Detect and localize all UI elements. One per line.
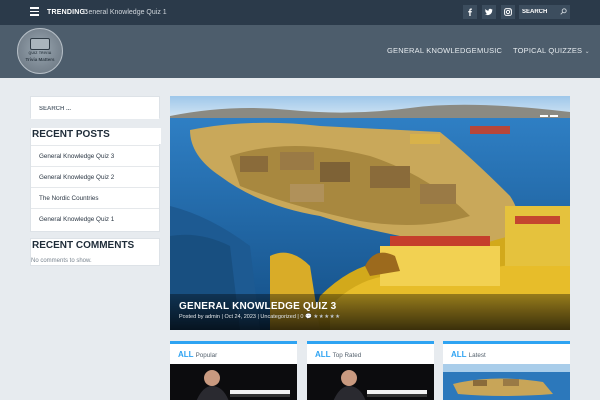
recent-posts-list: General Knowledge Quiz 3 General Knowled…: [31, 145, 159, 229]
tab-thumbnail[interactable]: [170, 364, 297, 400]
tab-accent-bar: [443, 341, 570, 344]
tab-all-label: ALL: [178, 350, 194, 359]
sidebar-search-input[interactable]: [31, 99, 159, 119]
chevron-down-icon: ⌄: [584, 49, 590, 55]
trending-link[interactable]: General Knowledge Quiz 1: [83, 9, 167, 16]
sidebar-search: [30, 96, 160, 119]
comment-icon: 💬: [304, 314, 312, 320]
recent-posts-widget: RECENT POSTS General Knowledge Quiz 3 Ge…: [30, 128, 161, 232]
nav-music[interactable]: MUSIC: [477, 46, 502, 55]
nav-topical-quizzes[interactable]: TOPICAL QUIZZES ⌄: [513, 46, 590, 55]
site-header: [0, 25, 600, 78]
tab-accent-bar: [307, 341, 434, 344]
tab-all-label: ALL: [315, 350, 331, 359]
tab-thumbnail[interactable]: [443, 364, 570, 400]
recent-post-link[interactable]: The Nordic Countries: [31, 187, 159, 208]
nav-general-knowledge[interactable]: GENERAL KNOWLEDGE: [387, 46, 477, 55]
tab-popular[interactable]: ALL Popular: [170, 341, 297, 400]
logo-emblem: [30, 38, 50, 50]
top-search-input[interactable]: [522, 6, 560, 18]
tab-header: ALL Popular: [178, 350, 217, 359]
site-logo[interactable]: QUIZ TRIVIA Trivia Matters: [17, 28, 63, 74]
slider-controls[interactable]: [540, 104, 560, 117]
facebook-icon[interactable]: [463, 5, 477, 19]
recent-post-link[interactable]: General Knowledge Quiz 3: [31, 145, 159, 166]
top-bar: TRENDING: General Knowledge Quiz 1: [0, 0, 600, 25]
tab-header: ALL Latest: [451, 350, 486, 359]
recent-posts-title: RECENT POSTS: [31, 128, 161, 144]
recent-comments-empty: No comments to show.: [31, 258, 92, 264]
tab-all-label: ALL: [451, 350, 467, 359]
featured-title[interactable]: GENERAL KNOWLEDGE QUIZ 3: [179, 301, 336, 312]
featured-meta-text: Posted by admin | Oct 24, 2023 | Uncateg…: [179, 314, 304, 320]
rating-stars: ★★★★★: [313, 314, 341, 320]
tab-top-rated[interactable]: ALL Top Rated: [307, 341, 434, 400]
nav-topical-quizzes-label: TOPICAL QUIZZES: [513, 46, 583, 55]
featured-meta: Posted by admin | Oct 24, 2023 | Uncateg…: [179, 314, 341, 320]
tab-accent-bar: [170, 341, 297, 344]
recent-post-link[interactable]: General Knowledge Quiz 2: [31, 166, 159, 187]
tab-header: ALL Top Rated: [315, 350, 361, 359]
search-icon[interactable]: [560, 8, 567, 15]
top-search-box: [519, 5, 570, 19]
tab-label: Top Rated: [332, 352, 362, 359]
tab-label: Latest: [468, 352, 486, 359]
menu-icon[interactable]: [30, 7, 39, 16]
twitter-icon[interactable]: [482, 5, 496, 19]
instagram-icon[interactable]: [501, 5, 515, 19]
recent-comments-widget: RECENT COMMENTS No comments to show.: [30, 238, 160, 266]
logo-subtitle: QUIZ TRIVIA: [28, 51, 52, 55]
tab-thumbnail[interactable]: [307, 364, 434, 400]
featured-caption-overlay: [170, 294, 570, 330]
featured-post[interactable]: GENERAL KNOWLEDGE QUIZ 3 Posted by admin…: [170, 96, 570, 330]
recent-comments-title: RECENT COMMENTS: [32, 240, 135, 251]
logo-name: Trivia Matters: [25, 57, 55, 62]
trending-label: TRENDING:: [47, 9, 88, 16]
recent-post-link[interactable]: General Knowledge Quiz 1: [31, 208, 159, 229]
tab-label: Popular: [195, 352, 218, 359]
tab-latest[interactable]: ALL Latest: [443, 341, 570, 400]
